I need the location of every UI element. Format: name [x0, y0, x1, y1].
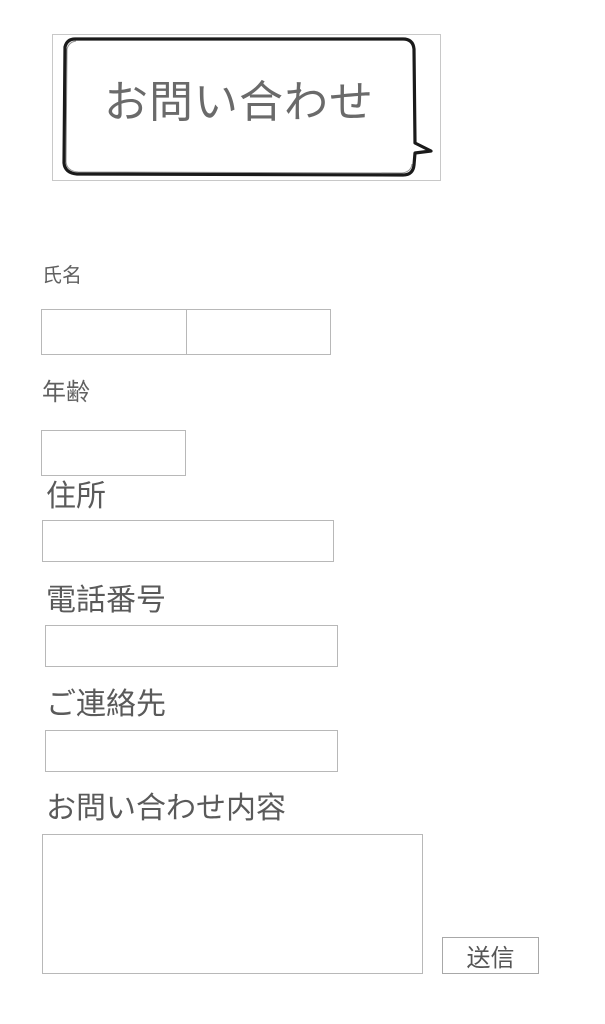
age-label: 年齢 — [42, 378, 90, 406]
page-title: お問い合わせ — [104, 77, 374, 128]
name-label: 氏名 — [42, 263, 82, 287]
phone-input[interactable] — [45, 625, 338, 667]
address-input[interactable] — [42, 520, 334, 562]
address-label: 住所 — [46, 479, 106, 514]
contact-input[interactable] — [45, 730, 338, 772]
last-name-input[interactable] — [41, 309, 187, 355]
phone-label: 電話番号 — [46, 583, 166, 618]
header-banner: お問い合わせ — [52, 34, 441, 181]
contact-label: ご連絡先 — [46, 687, 166, 722]
inquiry-textarea[interactable] — [42, 834, 423, 974]
submit-button[interactable]: 送信 — [442, 937, 539, 974]
first-name-input[interactable] — [186, 309, 331, 355]
age-input[interactable] — [41, 430, 186, 476]
inquiry-label: お問い合わせ内容 — [46, 791, 286, 826]
